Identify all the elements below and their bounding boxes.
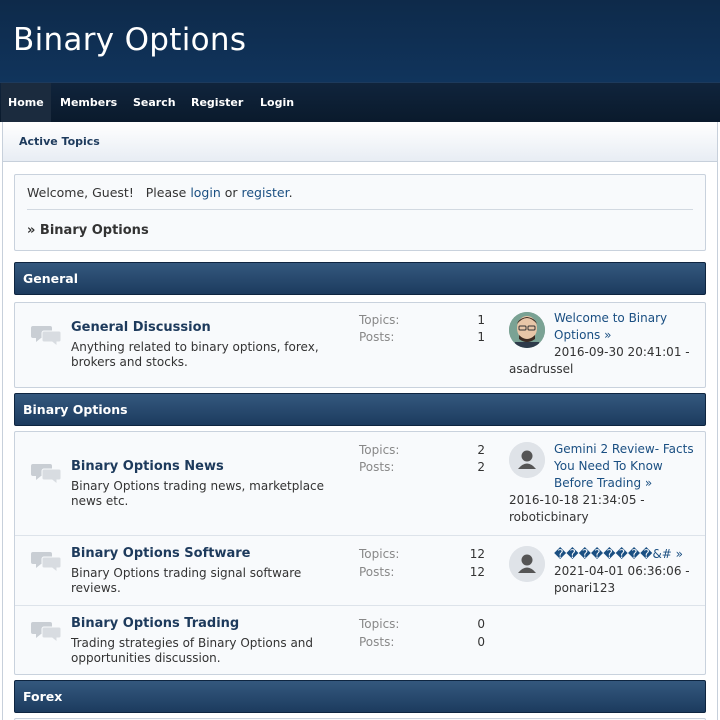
last-post-author[interactable]: asadrussel <box>509 362 573 376</box>
topics-count: 12 <box>469 547 485 561</box>
topics-count: 2 <box>477 443 485 457</box>
last-post-meta: 2016-10-18 21:34:05 - roboticbinary <box>509 492 705 526</box>
forum-row: Binary Options News Binary Options tradi… <box>15 432 705 535</box>
last-post-link[interactable]: ��������&# » <box>554 546 704 563</box>
welcome-message: Welcome, Guest! Please login or register… <box>27 185 293 200</box>
chat-bubbles-icon <box>31 326 62 347</box>
forum-description: Anything related to binary options, fore… <box>71 340 319 369</box>
topics-count: 0 <box>477 617 485 631</box>
posts-count: 0 <box>477 635 485 649</box>
category-header-forex[interactable]: Forex <box>14 680 706 713</box>
forum-row: Binary Options Software Binary Options t… <box>15 535 705 605</box>
topics-label: Topics: <box>359 313 400 327</box>
topics-label: Topics: <box>359 547 400 561</box>
topics-count: 1 <box>477 313 485 327</box>
forum-description: Binary Options trading signal software r… <box>71 566 302 595</box>
active-topics-link[interactable]: Active Topics <box>19 135 100 148</box>
forum-row: General Discussion Anything related to b… <box>15 303 705 387</box>
default-user-avatar[interactable] <box>509 442 545 478</box>
posts-count: 2 <box>477 460 485 474</box>
breadcrumb[interactable]: » Binary Options <box>27 223 149 238</box>
posts-label: Posts: <box>359 565 395 579</box>
menu-home[interactable]: Home <box>1 83 51 122</box>
welcome-or: or <box>220 185 242 200</box>
chat-bubbles-icon <box>31 622 62 643</box>
posts-count: 1 <box>477 330 485 344</box>
welcome-suffix: . <box>288 185 293 200</box>
forum-list-binary-options: Binary Options News Binary Options tradi… <box>14 431 706 675</box>
menu-members[interactable]: Members <box>53 83 124 122</box>
category-header-binary-options[interactable]: Binary Options <box>14 393 706 426</box>
register-link[interactable]: register <box>242 185 289 200</box>
forum-description: Binary Options trading news, marketplace… <box>71 479 325 508</box>
divider <box>27 209 693 210</box>
forum-row: Binary Options Trading Trading strategie… <box>15 605 705 674</box>
last-post-date: 2021-04-01 06:36:06 - <box>554 564 690 578</box>
posts-count: 12 <box>469 565 485 579</box>
sub-navigation: Active Topics <box>3 122 717 162</box>
login-link[interactable]: login <box>190 185 220 200</box>
last-post-link[interactable]: Gemini 2 Review- Facts You Need To Know … <box>554 441 704 492</box>
last-post-meta: 2021-04-01 06:36:06 - ponari123 <box>509 563 705 597</box>
welcome-prefix: Welcome, Guest! Please <box>27 185 191 200</box>
posts-label: Posts: <box>359 635 395 649</box>
chat-bubbles-icon <box>31 464 62 485</box>
last-post-author[interactable]: ponari123 <box>554 581 615 595</box>
forum-title-binary-options-software[interactable]: Binary Options Software <box>71 546 250 561</box>
forum-list-general: General Discussion Anything related to b… <box>14 302 706 388</box>
last-post-author[interactable]: roboticbinary <box>509 510 589 524</box>
main-menu: Home Members Search Register Login <box>0 82 720 122</box>
site-header: Binary Options <box>0 0 720 82</box>
menu-login[interactable]: Login <box>253 83 301 122</box>
posts-label: Posts: <box>359 330 395 344</box>
menu-search[interactable]: Search <box>126 83 183 122</box>
site-title[interactable]: Binary Options <box>13 22 246 58</box>
category-header-general[interactable]: General <box>14 262 706 295</box>
posts-label: Posts: <box>359 460 395 474</box>
last-post-date: 2016-09-30 20:41:01 - <box>554 345 690 359</box>
menu-register[interactable]: Register <box>184 83 250 122</box>
last-post-date: 2016-10-18 21:34:05 - <box>509 493 645 507</box>
chat-bubbles-icon <box>31 552 62 573</box>
cartoon-man-avatar[interactable] <box>509 312 545 348</box>
last-post-meta: 2016-09-30 20:41:01 - asadrussel <box>509 344 705 378</box>
forum-title-binary-options-trading[interactable]: Binary Options Trading <box>71 616 239 631</box>
welcome-box: Welcome, Guest! Please login or register… <box>14 174 706 251</box>
last-post-link[interactable]: Welcome to Binary Options » <box>554 310 704 344</box>
topics-label: Topics: <box>359 617 400 631</box>
forum-title-general-discussion[interactable]: General Discussion <box>71 320 211 335</box>
topics-label: Topics: <box>359 443 400 457</box>
forum-title-binary-options-news[interactable]: Binary Options News <box>71 459 224 474</box>
forum-description: Trading strategies of Binary Options and… <box>71 636 314 665</box>
